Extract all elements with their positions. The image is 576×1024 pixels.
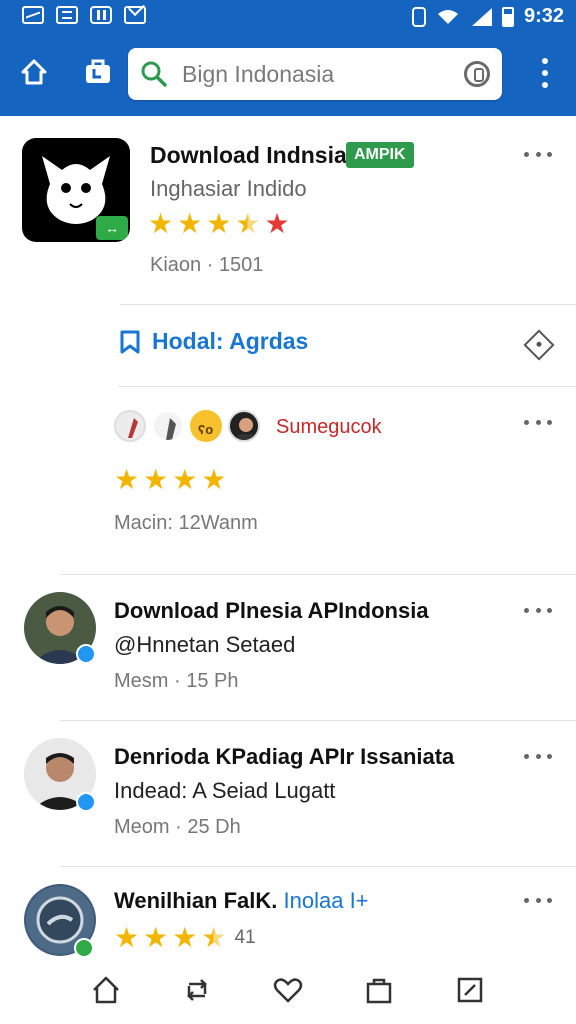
app-link-row[interactable]: Hodal: Agrdas	[118, 328, 308, 355]
star-icon: ★	[114, 464, 140, 495]
more-options-icon[interactable]	[524, 898, 552, 904]
post-title[interactable]: Download Plnesia APIndonsia	[114, 598, 429, 624]
verified-badge-icon	[74, 938, 94, 956]
post-title[interactable]: Denrioda KPadiag APIr Issaniata	[114, 744, 454, 770]
verified-badge-icon	[76, 792, 96, 812]
svg-text:ʕo: ʕo	[198, 422, 213, 437]
reviewer-avatars: ʕo	[114, 410, 260, 442]
calendar-notification-icon	[56, 6, 78, 24]
star-icon: ★	[172, 922, 198, 953]
half-star-icon: ★	[235, 208, 261, 239]
repost-icon	[187, 979, 207, 1001]
notification-icons	[22, 6, 146, 24]
bookmark-icon	[120, 330, 140, 353]
star-icon: ★	[114, 922, 140, 953]
app-link-label[interactable]: Hodal: Agrdas	[152, 328, 308, 355]
post-meta: Mesm · 15 Ph	[114, 670, 239, 692]
app-bar: Bign Indonasia	[0, 30, 576, 116]
nav-repost-button[interactable]	[177, 970, 217, 1010]
signal-icon	[471, 7, 492, 26]
wifi-icon	[437, 9, 458, 24]
store-button[interactable]	[78, 52, 118, 92]
more-options-icon[interactable]	[524, 152, 552, 158]
reviewer-avatar	[114, 410, 146, 442]
battery-icon	[501, 6, 514, 27]
post-meta: Meom · 25 Dh	[114, 816, 241, 838]
verified-badge-icon	[76, 644, 96, 664]
app-notification-icon	[90, 6, 112, 24]
star-icon: ★	[143, 922, 169, 953]
image-notification-icon	[22, 6, 44, 24]
app-title[interactable]: Download Indnsia	[150, 142, 347, 169]
info-icon[interactable]	[464, 61, 490, 87]
divider	[118, 386, 576, 387]
reviewer-avatar: ʕo	[190, 410, 222, 442]
app-tag: AMPIK	[346, 142, 414, 168]
search-bar[interactable]: Bign Indonasia	[128, 48, 502, 100]
reviewer-name[interactable]: Sumegucok	[276, 416, 382, 439]
reviewer-avatar	[152, 410, 184, 442]
more-vert-icon[interactable]	[542, 58, 548, 88]
home-icon	[21, 59, 47, 85]
nav-shop-button[interactable]	[359, 970, 399, 1010]
review-rating-stars: ★ ★ ★ ★	[114, 466, 226, 494]
divider	[60, 574, 576, 575]
more-options-icon[interactable]	[524, 754, 552, 760]
app-rating-stars: ★ ★ ★ ★ ★	[148, 210, 290, 238]
star-icon: ★	[206, 208, 232, 239]
review-meta: Macin: 12Wanm	[114, 512, 258, 534]
post-title-link[interactable]: Inolaa I+	[284, 888, 369, 913]
divider	[60, 720, 576, 721]
app-meta: Kiaon · 1501	[150, 254, 264, 276]
rating-count: 41	[234, 927, 256, 948]
heart-icon	[273, 978, 303, 1003]
post-title-text: Wenilhian FalK.	[114, 888, 278, 913]
post-rating-stars: ★ ★ ★ ★ 41	[114, 924, 256, 952]
more-options-icon[interactable]	[524, 420, 552, 426]
post-body: @Hnnetan Setaed	[114, 632, 296, 657]
bag-icon	[366, 978, 392, 1004]
more-options-icon[interactable]	[524, 608, 552, 614]
search-input[interactable]: Bign Indonasia	[182, 61, 334, 88]
star-icon: ★	[177, 208, 203, 239]
nav-home-button[interactable]	[86, 970, 126, 1010]
vibrate-icon	[411, 6, 426, 27]
post-body: Indead: A Seiad Lugatt	[114, 778, 336, 803]
system-icons: 9:32	[411, 5, 564, 28]
reviewer-avatar	[228, 410, 260, 442]
star-icon: ★	[143, 464, 169, 495]
clock: 9:32	[523, 5, 564, 27]
divider	[120, 304, 576, 305]
divider	[60, 866, 576, 867]
star-icon: ★	[148, 208, 174, 239]
star-icon: ★	[264, 208, 290, 239]
feed: ↔ Download Indnsia AMPIK Inghasiar Indid…	[0, 116, 576, 956]
app-icon[interactable]: ↔	[22, 138, 130, 242]
status-bar: 9:32	[0, 0, 576, 30]
bottom-nav	[0, 956, 576, 1024]
app-update-badge: ↔	[96, 216, 128, 240]
nav-compose-button[interactable]	[450, 970, 490, 1010]
nav-favorites-button[interactable]	[268, 970, 308, 1010]
mail-notification-icon	[124, 6, 146, 24]
navigate-icon[interactable]	[523, 329, 555, 361]
post-title[interactable]: Wenilhian FalK. Inolaa I+	[114, 888, 369, 914]
home-icon	[92, 976, 119, 1004]
app-subtitle: Inghasiar Indido	[150, 176, 307, 201]
star-icon: ★	[172, 464, 198, 495]
search-icon	[141, 61, 167, 87]
store-icon	[86, 59, 110, 83]
star-icon: ★	[201, 464, 227, 495]
edit-icon	[458, 977, 483, 1003]
home-button[interactable]	[14, 52, 54, 92]
half-star-icon: ★	[201, 922, 227, 953]
